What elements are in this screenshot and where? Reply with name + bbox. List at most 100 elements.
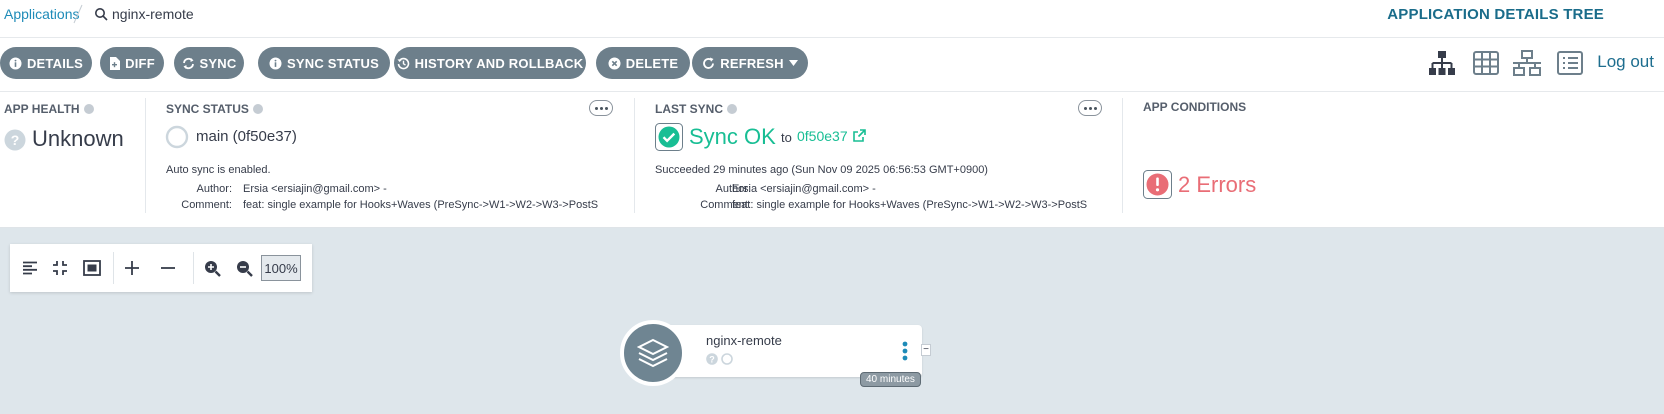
delete-button-label: DELETE bbox=[625, 55, 679, 71]
refresh-icon bbox=[703, 57, 715, 69]
history-and-rollback-button[interactable]: HISTORY AND ROLLBACK bbox=[394, 47, 586, 79]
caret-down-icon bbox=[788, 60, 798, 66]
history-button-label: HISTORY AND ROLLBACK bbox=[414, 55, 584, 71]
compress-icon bbox=[53, 261, 67, 275]
breadcrumb-current-label: nginx-remote bbox=[112, 6, 194, 22]
app-conditions-errors[interactable]: 2 Errors bbox=[1178, 172, 1256, 198]
plus-icon bbox=[125, 261, 139, 275]
breadcrumb-applications-link[interactable]: Applications bbox=[4, 6, 80, 22]
list-view-icon[interactable] bbox=[1556, 50, 1584, 76]
external-link-icon[interactable] bbox=[852, 129, 866, 143]
minus-icon bbox=[161, 267, 175, 269]
last-sync-comment: feat: single example for Hooks+Waves (Pr… bbox=[732, 199, 1088, 211]
file-diff-icon bbox=[110, 56, 121, 70]
node-collapse-toggle[interactable]: − bbox=[921, 344, 931, 356]
diff-button[interactable]: DIFF bbox=[100, 47, 164, 79]
pods-view-icon[interactable] bbox=[1472, 50, 1500, 76]
sync-status-title: SYNC STATUS bbox=[166, 102, 263, 116]
help-icon[interactable] bbox=[727, 104, 738, 114]
sync-status-button[interactable]: SYNC STATUS bbox=[258, 47, 390, 79]
app-health-title: APP HEALTH bbox=[4, 102, 94, 116]
last-sync-author: Ersia <ersiajin@gmail.com> - bbox=[732, 183, 876, 195]
app-conditions-title: APP CONDITIONS bbox=[1143, 100, 1246, 114]
zoom-out-button[interactable] bbox=[232, 256, 256, 280]
info-icon bbox=[269, 57, 282, 69]
refresh-button[interactable]: REFRESH bbox=[692, 47, 808, 79]
zoom-out-icon bbox=[236, 260, 253, 277]
align-left-button[interactable] bbox=[18, 256, 42, 280]
graph-controls: 100% bbox=[10, 244, 312, 292]
help-icon[interactable] bbox=[83, 104, 94, 114]
sync-comment: feat: single example for Hooks+Waves (Pr… bbox=[243, 199, 599, 211]
fit-screen-icon bbox=[83, 260, 101, 276]
node-menu-icon[interactable] bbox=[902, 341, 908, 361]
sync-comment-label: Comment: bbox=[181, 199, 232, 211]
app-health-title-label: APP HEALTH bbox=[4, 102, 80, 116]
refresh-button-label: REFRESH bbox=[720, 55, 784, 71]
sync-revision: main (0f50e37) bbox=[196, 128, 297, 145]
history-icon bbox=[397, 57, 409, 69]
align-left-icon bbox=[23, 261, 37, 275]
last-sync-to: to bbox=[781, 130, 792, 145]
delete-icon bbox=[608, 57, 621, 69]
diff-button-label: DIFF bbox=[125, 55, 155, 71]
app-health-status: Unknown bbox=[32, 126, 124, 151]
help-icon[interactable] bbox=[252, 104, 263, 114]
sync-unknown-icon bbox=[165, 125, 189, 149]
svg-text:?: ? bbox=[709, 354, 715, 364]
zoom-in-icon bbox=[204, 260, 221, 277]
fit-to-screen-button[interactable] bbox=[80, 256, 104, 280]
last-sync-more-button[interactable] bbox=[1078, 100, 1102, 116]
top-bar: Applications nginx-remote APPLICATION DE… bbox=[0, 0, 1664, 38]
last-sync-title: LAST SYNC bbox=[655, 102, 738, 116]
zoom-level[interactable]: 100% bbox=[261, 255, 301, 281]
sync-button[interactable]: SYNC bbox=[174, 47, 244, 79]
breadcrumb-current[interactable]: nginx-remote bbox=[94, 6, 194, 22]
breadcrumb-separator bbox=[73, 4, 83, 24]
panel-divider bbox=[1122, 98, 1123, 213]
details-button[interactable]: DETAILS bbox=[0, 47, 92, 79]
info-icon bbox=[9, 57, 22, 69]
sync-author: Ersia <ersiajin@gmail.com> - bbox=[243, 183, 387, 195]
application-node-icon[interactable] bbox=[620, 320, 686, 386]
sync-unknown-icon bbox=[721, 353, 733, 365]
error-icon bbox=[1143, 170, 1172, 199]
sync-status-button-label: SYNC STATUS bbox=[286, 55, 379, 71]
sync-button-label: SYNC bbox=[199, 55, 237, 71]
panel-divider bbox=[634, 98, 635, 213]
last-sync-succeeded: Succeeded 29 minutes ago (Sun Nov 09 202… bbox=[655, 164, 988, 176]
sync-author-label: Author: bbox=[196, 183, 232, 195]
compress-button[interactable] bbox=[48, 256, 72, 280]
delete-button[interactable]: DELETE bbox=[596, 47, 690, 79]
network-view-icon[interactable] bbox=[1513, 50, 1541, 76]
controls-divider bbox=[113, 252, 114, 284]
view-title: APPLICATION DETAILS TREE bbox=[1387, 6, 1604, 23]
last-sync-revision-link[interactable]: 0f50e37 bbox=[797, 128, 848, 144]
panel-divider bbox=[145, 98, 146, 213]
application-node[interactable]: ? bbox=[650, 325, 922, 377]
layers-icon bbox=[637, 338, 669, 368]
health-unknown-icon: ? bbox=[706, 353, 718, 365]
svg-text:?: ? bbox=[11, 132, 20, 148]
search-icon bbox=[95, 8, 108, 21]
auto-sync-text: Auto sync is enabled. bbox=[166, 164, 271, 176]
last-sync-status: Sync OK bbox=[689, 124, 776, 149]
status-panels: APP HEALTH ? Unknown SYNC STATUS main (0… bbox=[0, 92, 1664, 228]
collapse-button[interactable] bbox=[156, 256, 180, 280]
toolbar: DETAILS DIFF SYNC SYNC STATUS HISTORY AN… bbox=[0, 38, 1664, 92]
sync-status-title-label: SYNC STATUS bbox=[166, 102, 249, 116]
sync-icon bbox=[182, 57, 194, 69]
application-node-name: nginx-remote bbox=[706, 333, 782, 348]
last-sync-title-label: LAST SYNC bbox=[655, 102, 724, 116]
health-unknown-icon: ? bbox=[4, 129, 26, 151]
sync-ok-icon bbox=[655, 123, 683, 151]
application-node-age: 40 minutes bbox=[860, 372, 921, 387]
sync-status-more-button[interactable] bbox=[589, 100, 613, 116]
tree-view-icon[interactable] bbox=[1428, 50, 1456, 76]
logout-link[interactable]: Log out bbox=[1597, 52, 1654, 72]
zoom-in-button[interactable] bbox=[200, 256, 224, 280]
app-conditions-title-label: APP CONDITIONS bbox=[1143, 100, 1247, 114]
expand-button[interactable] bbox=[120, 256, 144, 280]
details-button-label: DETAILS bbox=[26, 55, 84, 71]
controls-divider bbox=[193, 252, 194, 284]
